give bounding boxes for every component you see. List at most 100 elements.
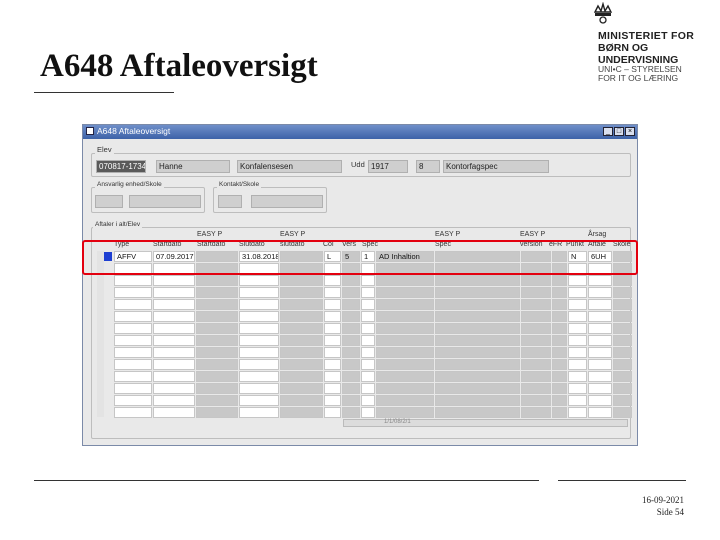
table-cell[interactable]	[239, 335, 279, 346]
table-cell[interactable]	[153, 383, 195, 394]
table-cell[interactable]	[114, 407, 152, 418]
table-cell[interactable]	[153, 335, 195, 346]
table-vertical-scrollbar[interactable]	[97, 251, 104, 417]
window-titlebar[interactable]: A648 Aftaleoversigt _ □ ×	[83, 125, 637, 139]
table-cell[interactable]	[361, 359, 375, 370]
table-cell[interactable]	[376, 407, 434, 418]
table-cell[interactable]	[280, 395, 323, 406]
table-cell[interactable]	[153, 323, 195, 334]
table-cell[interactable]	[521, 383, 551, 394]
table-cell[interactable]	[588, 407, 612, 418]
table-cell[interactable]	[613, 383, 632, 394]
table-cell[interactable]	[552, 311, 567, 322]
table-cell[interactable]	[196, 275, 238, 286]
table-cell[interactable]	[324, 275, 341, 286]
table-cell[interactable]	[280, 359, 323, 370]
table-cell[interactable]	[114, 323, 152, 334]
table-cell[interactable]	[552, 395, 567, 406]
table-cell[interactable]	[568, 359, 587, 370]
table-cell[interactable]	[324, 299, 341, 310]
table-cell[interactable]	[588, 299, 612, 310]
kontakt-name-field[interactable]	[251, 195, 323, 208]
table-cell[interactable]	[376, 323, 434, 334]
table-cell[interactable]	[435, 335, 520, 346]
table-cell[interactable]	[342, 287, 360, 298]
table-cell[interactable]	[568, 323, 587, 334]
table-cell[interactable]	[280, 275, 323, 286]
table-cell[interactable]	[521, 347, 551, 358]
table-cell[interactable]	[153, 347, 195, 358]
table-cell[interactable]	[521, 407, 551, 418]
table-cell[interactable]	[114, 275, 152, 286]
table-cell[interactable]	[324, 371, 341, 382]
table-cell[interactable]	[114, 299, 152, 310]
table-cell[interactable]	[361, 299, 375, 310]
table-cell[interactable]	[588, 383, 612, 394]
table-cell[interactable]	[613, 347, 632, 358]
table-cell[interactable]	[435, 275, 520, 286]
table-cell[interactable]	[552, 335, 567, 346]
table-cell[interactable]	[342, 275, 360, 286]
table-cell[interactable]	[324, 383, 341, 394]
table-cell[interactable]	[342, 347, 360, 358]
table-cell[interactable]	[435, 323, 520, 334]
table-cell[interactable]	[342, 299, 360, 310]
table-cell[interactable]	[324, 287, 341, 298]
table-cell[interactable]	[588, 371, 612, 382]
table-cell[interactable]	[435, 371, 520, 382]
table-cell[interactable]	[324, 311, 341, 322]
table-cell[interactable]	[568, 383, 587, 394]
table-cell[interactable]	[342, 311, 360, 322]
table-cell[interactable]	[361, 311, 375, 322]
table-cell[interactable]	[568, 299, 587, 310]
table-cell[interactable]	[521, 395, 551, 406]
table-cell[interactable]	[435, 299, 520, 310]
table-cell[interactable]	[280, 311, 323, 322]
table-cell[interactable]	[361, 323, 375, 334]
table-cell[interactable]	[361, 335, 375, 346]
close-button[interactable]: ×	[625, 127, 635, 136]
table-cell[interactable]	[568, 347, 587, 358]
table-cell[interactable]	[196, 287, 238, 298]
table-cell[interactable]	[521, 359, 551, 370]
table-cell[interactable]	[588, 335, 612, 346]
table-cell[interactable]	[435, 311, 520, 322]
table-cell[interactable]	[521, 287, 551, 298]
table-cell[interactable]	[239, 371, 279, 382]
table-cell[interactable]	[376, 275, 434, 286]
table-cell[interactable]	[239, 407, 279, 418]
table-cell[interactable]	[114, 359, 152, 370]
table-cell[interactable]	[552, 347, 567, 358]
table-cell[interactable]	[361, 347, 375, 358]
udd-name-field[interactable]: Kontorfagspec	[443, 160, 549, 173]
table-cell[interactable]	[568, 407, 587, 418]
table-cell[interactable]	[114, 347, 152, 358]
table-cell[interactable]	[613, 407, 632, 418]
table-cell[interactable]	[521, 323, 551, 334]
table-cell[interactable]	[280, 299, 323, 310]
table-cell[interactable]	[588, 395, 612, 406]
table-cell[interactable]	[376, 383, 434, 394]
table-cell[interactable]	[613, 323, 632, 334]
table-cell[interactable]	[342, 371, 360, 382]
table-cell[interactable]	[114, 395, 152, 406]
table-cell[interactable]	[324, 359, 341, 370]
table-cell[interactable]	[613, 287, 632, 298]
table-cell[interactable]	[342, 383, 360, 394]
table-cell[interactable]	[324, 395, 341, 406]
table-cell[interactable]	[153, 275, 195, 286]
table-cell[interactable]	[435, 359, 520, 370]
table-cell[interactable]	[613, 395, 632, 406]
table-cell[interactable]	[552, 371, 567, 382]
table-cell[interactable]	[153, 311, 195, 322]
table-cell[interactable]	[114, 371, 152, 382]
table-cell[interactable]	[114, 311, 152, 322]
table-cell[interactable]	[342, 335, 360, 346]
table-cell[interactable]	[588, 323, 612, 334]
table-cell[interactable]	[521, 371, 551, 382]
ansvarlig-code-field[interactable]	[95, 195, 123, 208]
table-cell[interactable]	[239, 323, 279, 334]
table-cell[interactable]	[342, 359, 360, 370]
table-cell[interactable]	[196, 299, 238, 310]
table-cell[interactable]	[552, 299, 567, 310]
